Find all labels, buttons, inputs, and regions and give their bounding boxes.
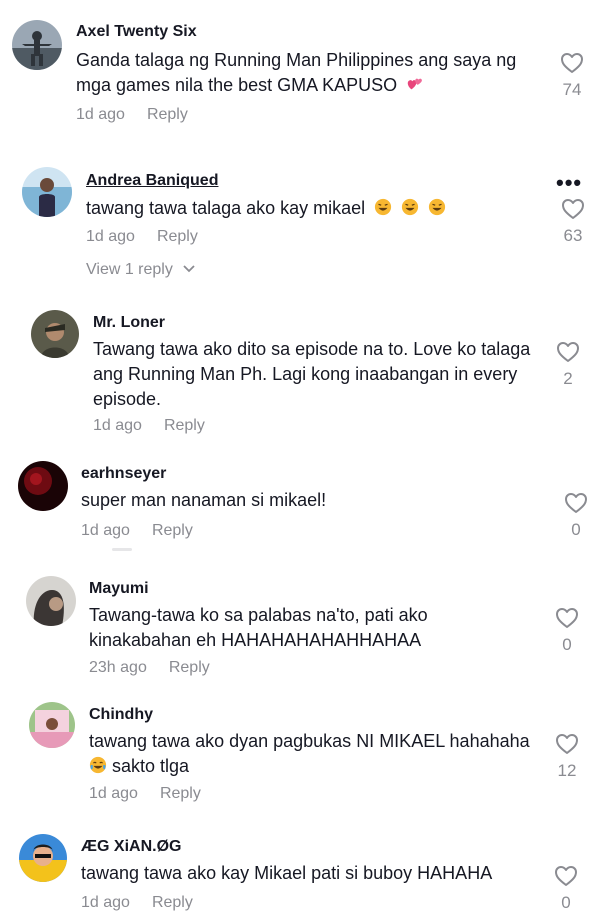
timestamp: 23h ago xyxy=(89,659,147,676)
like-count: 74 xyxy=(562,80,582,99)
like-button[interactable]: 74 xyxy=(552,52,592,100)
heart-outline-icon xyxy=(562,199,584,219)
heart-outline-icon xyxy=(565,493,587,513)
comment-meta: 1d ago Reply xyxy=(76,106,188,124)
like-button[interactable]: 0 xyxy=(547,607,587,655)
tears-of-joy-emoji-icon xyxy=(89,756,107,774)
comment-text-content: tawang tawa talaga ako kay mikael xyxy=(86,198,366,218)
timestamp: 1d ago xyxy=(81,894,130,911)
heart-outline-icon xyxy=(555,866,577,886)
comment-text: tawang tawa ako dyan pagbukas NI MIKAEL … xyxy=(89,729,534,779)
comment-username[interactable]: Andrea Baniqued xyxy=(86,172,218,190)
comment-username[interactable]: earhnseyer xyxy=(81,465,166,483)
like-button[interactable]: 63 xyxy=(553,198,593,246)
view-replies-button[interactable]: View 1 reply xyxy=(86,261,195,279)
laughing-emoji-icon xyxy=(375,198,392,216)
reply-button[interactable]: Reply xyxy=(152,522,193,540)
reply-button[interactable]: Reply xyxy=(152,894,193,912)
like-count: 0 xyxy=(571,520,581,539)
comment-username[interactable]: Axel Twenty Six xyxy=(76,23,197,41)
avatar[interactable] xyxy=(31,310,79,358)
reply-button[interactable]: Reply xyxy=(147,106,188,124)
reply-button[interactable]: Reply xyxy=(164,417,205,435)
timestamp: 1d ago xyxy=(86,228,135,245)
timestamp: 1d ago xyxy=(93,417,142,434)
comment-text-content: tawang tawa ako dyan pagbukas NI MIKAEL … xyxy=(89,731,530,751)
comment-username[interactable]: ÆG XiAN.ØG xyxy=(81,838,181,856)
chevron-down-icon xyxy=(183,265,195,273)
comment-username[interactable]: Mr. Loner xyxy=(93,314,165,332)
comment-text-content: Ganda talaga ng Running Man Philippines … xyxy=(76,50,517,95)
comment-meta: 23h ago Reply xyxy=(89,659,210,677)
comment-text: tawang tawa ako kay Mikael pati si buboy… xyxy=(81,863,493,883)
divider xyxy=(112,548,132,551)
reply-button[interactable]: Reply xyxy=(169,659,210,677)
comment-username[interactable]: Mayumi xyxy=(89,580,149,598)
comment-meta: 1d ago Reply xyxy=(89,785,201,803)
avatar[interactable] xyxy=(12,20,62,70)
comment-meta: 1d ago Reply xyxy=(86,228,198,246)
heart-outline-icon xyxy=(556,608,578,628)
avatar[interactable] xyxy=(29,702,75,748)
like-count: 63 xyxy=(563,226,583,245)
avatar[interactable] xyxy=(19,834,67,882)
comment-username[interactable]: Chindhy xyxy=(89,706,153,724)
like-button[interactable]: 0 xyxy=(546,865,586,913)
comment-text: super man nanaman si mikael! xyxy=(81,490,327,510)
view-replies-label: View 1 reply xyxy=(86,261,173,278)
heart-outline-icon xyxy=(557,342,579,362)
like-button[interactable]: 12 xyxy=(547,733,587,781)
laughing-emoji-icon xyxy=(402,198,419,216)
like-button[interactable]: 2 xyxy=(548,341,588,389)
avatar[interactable] xyxy=(18,461,68,511)
like-count: 0 xyxy=(562,635,572,654)
comment-meta: 1d ago Reply xyxy=(93,417,205,435)
laughing-emoji-icon xyxy=(429,198,446,216)
two-hearts-icon xyxy=(407,78,423,90)
like-count: 2 xyxy=(563,369,573,388)
more-options-icon[interactable]: ••• xyxy=(556,172,582,194)
timestamp: 1d ago xyxy=(81,522,130,539)
comment-meta: 1d ago Reply xyxy=(81,894,193,912)
comment-text-content: sakto tlga xyxy=(107,756,190,776)
like-count: 0 xyxy=(561,893,571,912)
avatar[interactable] xyxy=(22,167,72,217)
reply-button[interactable]: Reply xyxy=(160,785,201,803)
comment-meta: 1d ago Reply xyxy=(81,522,193,540)
reply-button[interactable]: Reply xyxy=(157,228,198,246)
comment-text: Tawang tawa ako dito sa episode na to. L… xyxy=(93,339,531,409)
like-count: 12 xyxy=(557,761,577,780)
heart-outline-icon xyxy=(556,734,578,754)
heart-outline-icon xyxy=(561,53,583,73)
avatar[interactable] xyxy=(26,576,76,626)
comment-text: tawang tawa talaga ako kay mikael xyxy=(86,196,506,221)
timestamp: 1d ago xyxy=(89,785,138,802)
timestamp: 1d ago xyxy=(76,106,125,123)
comment-text: Ganda talaga ng Running Man Philippines … xyxy=(76,48,546,98)
like-button[interactable]: 0 xyxy=(556,492,596,540)
comment-text: Tawang-tawa ko sa palabas na'to, pati ak… xyxy=(89,605,428,650)
